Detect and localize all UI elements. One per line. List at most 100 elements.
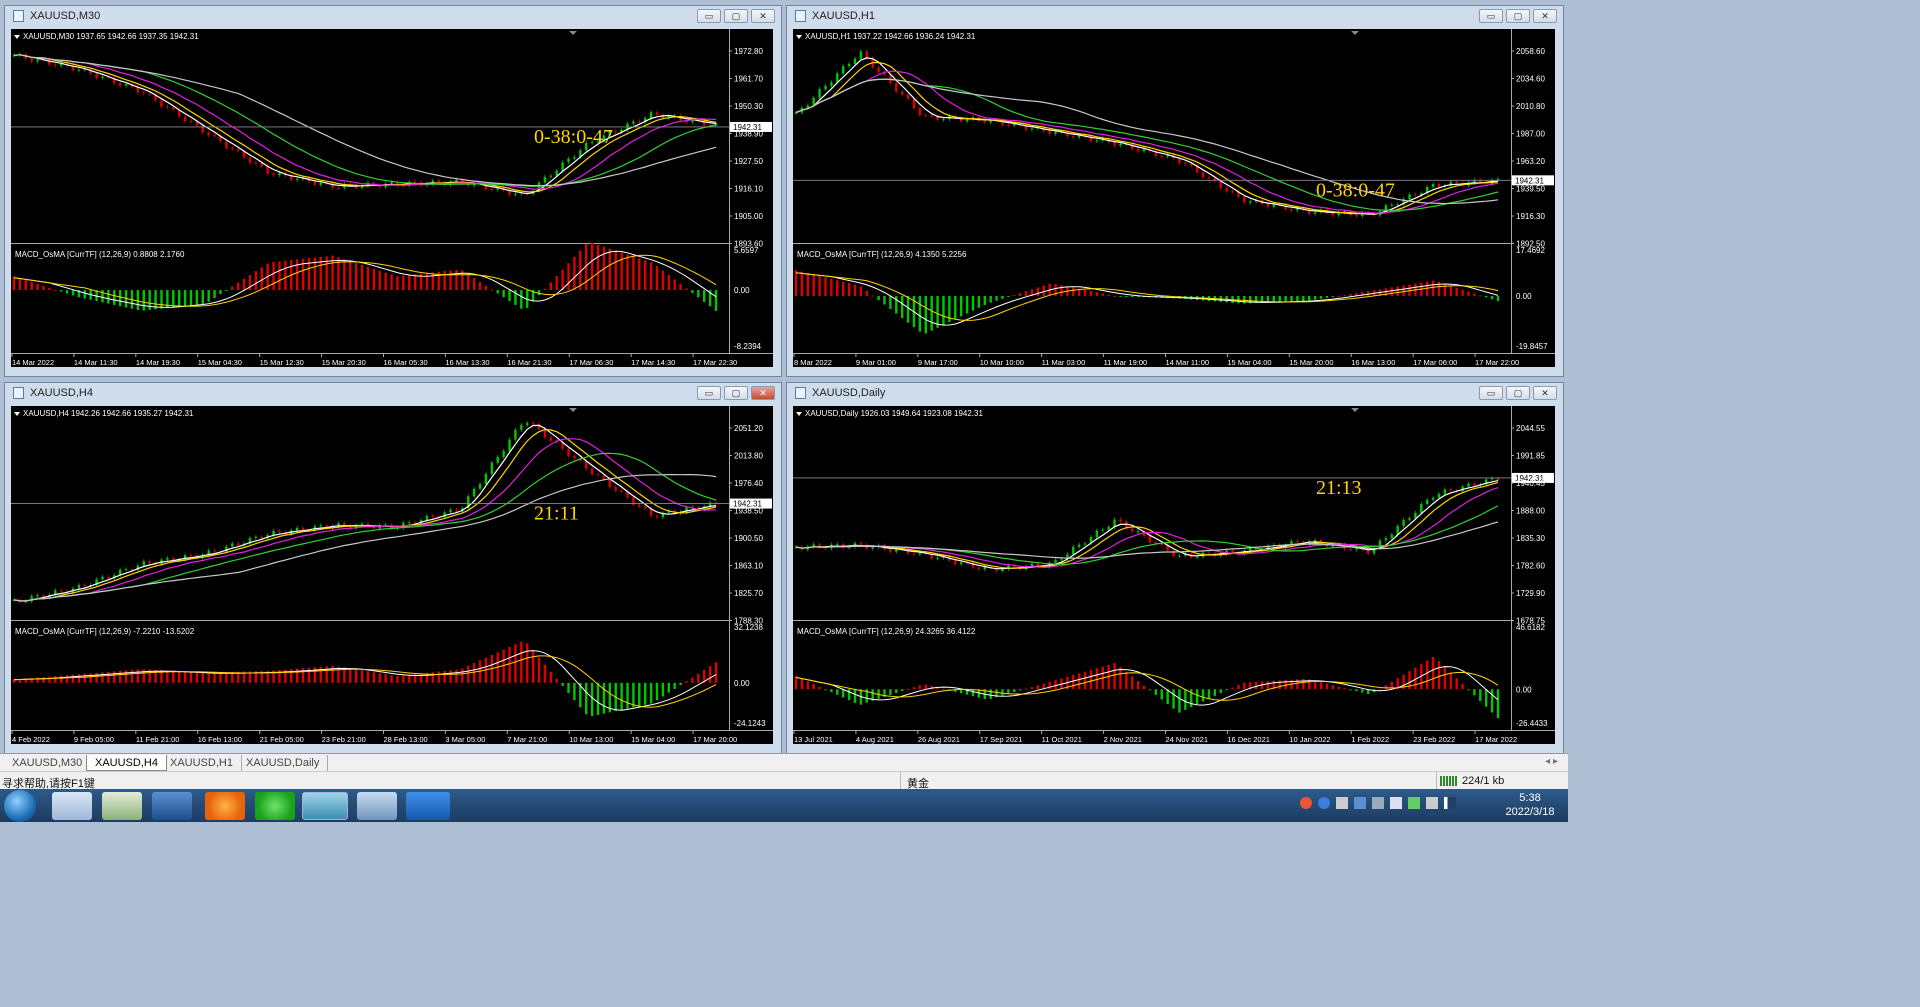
macd-bar: [679, 682, 682, 686]
window-titlebar[interactable]: XAUUSD,M30 ▭ ▢ ✕: [5, 6, 781, 28]
window-titlebar[interactable]: XAUUSD,Daily ▭ ▢ ✕: [787, 383, 1563, 405]
taskbar-terminal-icon[interactable]: [52, 792, 92, 820]
macd-bar: [1089, 291, 1093, 296]
signal-icon[interactable]: [1444, 797, 1456, 809]
macd-bar: [89, 673, 92, 683]
tray-app-icon[interactable]: [1408, 797, 1420, 809]
taskbar-desktop-icon[interactable]: [152, 792, 192, 820]
price-chart-svg[interactable]: 1942.311972.801961.701950.301938.901927.…: [11, 29, 773, 367]
macd-bar: [71, 290, 75, 296]
symbol-info: XAUUSD,Daily 1926.03 1949.64 1923.08 194…: [805, 409, 983, 418]
window-titlebar[interactable]: XAUUSD,H1 ▭ ▢ ✕: [787, 6, 1563, 28]
macd-bar: [172, 670, 175, 683]
time-tick-label: 8 Mar 2022: [794, 358, 832, 367]
tab-xauusd-h4[interactable]: XAUUSD,H4: [86, 755, 167, 771]
macd-bar: [443, 670, 446, 683]
moving-average-line: [13, 54, 717, 190]
tab-xauusd-daily[interactable]: XAUUSD,Daily: [238, 755, 329, 771]
taskbar-wechat-icon[interactable]: [255, 792, 295, 820]
macd-bar: [508, 646, 511, 683]
chart-window-m30[interactable]: XAUUSD,M30 ▭ ▢ ✕ 1942.31 1972.80 1961.70 19…: [4, 5, 782, 377]
window-title: XAUUSD,H1: [812, 10, 875, 22]
macd-bar: [390, 675, 393, 683]
mute-icon[interactable]: [1426, 797, 1438, 809]
time-tick-label: 16 Dec 2021: [1227, 735, 1270, 744]
symbol-dropdown-icon[interactable]: [796, 35, 802, 39]
macd-bar: [1290, 295, 1293, 302]
macd-bar: [818, 686, 821, 690]
minimize-button[interactable]: ▭: [697, 386, 721, 400]
chart-window-h4[interactable]: XAUUSD,H4 ▭ ▢ ✕ 1942.31 2051.20 2013.80 197…: [4, 382, 782, 754]
macd-bar: [1178, 689, 1181, 713]
maximize-button[interactable]: ▢: [724, 9, 748, 23]
macd-bar: [59, 290, 63, 292]
macd-bar: [472, 278, 476, 291]
taskbar-message-icon[interactable]: [406, 792, 450, 820]
macd-bar: [1184, 689, 1187, 710]
macd-bar: [378, 270, 381, 291]
input-method-icon[interactable]: [1300, 797, 1312, 809]
chart-window-h1[interactable]: XAUUSD,H1 ▭ ▢ ✕ 1942.31 2058.60 2034.60 201…: [786, 5, 1564, 377]
macd-bar: [661, 270, 665, 291]
shift-marker-icon[interactable]: [569, 408, 577, 412]
macd-bar: [1266, 681, 1270, 690]
macd-tick-label: 0.00: [734, 679, 750, 688]
system-clock[interactable]: 5:38 2022/3/18: [1500, 791, 1560, 819]
close-button[interactable]: ✕: [1533, 386, 1557, 400]
moving-average-line: [795, 482, 1499, 569]
display-tray-icon[interactable]: [1354, 797, 1366, 809]
symbol-dropdown-icon[interactable]: [14, 35, 20, 39]
chart-window-daily[interactable]: XAUUSD,Daily ▭ ▢ ✕ 1942.31 2044.55 1991.85…: [786, 382, 1564, 754]
minimize-button[interactable]: ▭: [1479, 9, 1503, 23]
macd-bar: [360, 670, 364, 683]
taskbar-browser-icon[interactable]: [205, 792, 245, 820]
taskbar-notes-icon[interactable]: [357, 792, 397, 820]
shift-marker-icon[interactable]: [1351, 408, 1359, 412]
symbol-dropdown-icon[interactable]: [796, 412, 802, 416]
macd-bar: [1083, 671, 1087, 690]
macd-bar: [649, 682, 653, 704]
help-tray-icon[interactable]: [1318, 797, 1330, 809]
shift-marker-icon[interactable]: [1351, 31, 1359, 35]
macd-bar: [207, 672, 210, 683]
macd-bar: [396, 276, 399, 291]
window-titlebar[interactable]: XAUUSD,H4 ▭ ▢ ✕: [5, 383, 781, 405]
price-chart-svg[interactable]: 1942.312051.202013.801976.401938.501900.…: [11, 406, 773, 744]
chart-canvas[interactable]: 1942.31 2058.60 2034.60 2010.80 1987.00 1963.…: [793, 29, 1555, 367]
close-button[interactable]: ✕: [1533, 9, 1557, 23]
shift-marker-icon[interactable]: [569, 31, 577, 35]
tab-xauusd-m30[interactable]: XAUUSD,M30: [4, 755, 92, 771]
pen-tray-icon[interactable]: [1336, 797, 1348, 809]
macd-bar: [1396, 286, 1399, 296]
minimize-button[interactable]: ▭: [1479, 386, 1503, 400]
macd-bar: [1449, 672, 1453, 690]
close-button[interactable]: ✕: [751, 9, 775, 23]
price-chart-svg[interactable]: 1942.312044.551991.851940.451888.001835.…: [793, 406, 1555, 744]
macd-bar: [1095, 668, 1099, 690]
macd-bar: [118, 290, 122, 307]
maximize-button[interactable]: ▢: [1506, 9, 1530, 23]
macd-bar: [236, 282, 240, 291]
symbol-dropdown-icon[interactable]: [14, 412, 20, 416]
tab-xauusd-h1[interactable]: XAUUSD,H1: [162, 755, 242, 771]
taskbar-trading-app-icon[interactable]: [302, 792, 348, 820]
close-button[interactable]: ✕: [751, 386, 775, 400]
minimize-button[interactable]: ▭: [697, 9, 721, 23]
price-chart-svg[interactable]: 1942.312058.602034.602010.801987.001963.…: [793, 29, 1555, 367]
taskbar-network-icon[interactable]: [102, 792, 142, 820]
start-button-icon[interactable]: [4, 790, 36, 822]
macd-bar: [871, 295, 874, 297]
chart-canvas[interactable]: 1942.31 1972.80 1961.70 1950.30 1938.90 1927.…: [11, 29, 773, 367]
chart-window-icon: [795, 10, 806, 22]
tab-scroll-arrows[interactable]: ◂ ▸: [1545, 756, 1558, 767]
chart-canvas[interactable]: 1942.31 2051.20 2013.80 1976.40 1938.50 1900.…: [11, 406, 773, 744]
shield-icon[interactable]: [1372, 797, 1384, 809]
maximize-button[interactable]: ▢: [724, 386, 748, 400]
status-bar: 寻求帮助,请按F1键 黄金 224/1 kb: [0, 771, 1568, 790]
macd-bar: [847, 689, 851, 701]
maximize-button[interactable]: ▢: [1506, 386, 1530, 400]
macd-bar: [644, 682, 647, 705]
volume-icon[interactable]: [1390, 797, 1402, 809]
macd-bar: [1402, 285, 1405, 296]
chart-canvas[interactable]: 1942.31 2044.55 1991.85 1940.45 1888.00 1835.…: [793, 406, 1555, 744]
